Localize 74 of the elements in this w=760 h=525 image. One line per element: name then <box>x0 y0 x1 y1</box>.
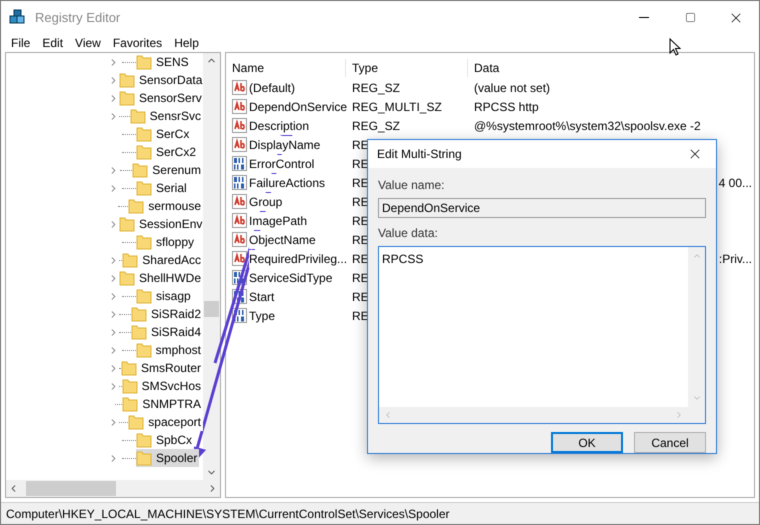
tree-item[interactable]: SNMPTRA <box>122 395 203 413</box>
folder-icon <box>119 216 135 232</box>
menu-item[interactable]: Help <box>168 34 205 52</box>
tree-item[interactable]: SensorServ <box>119 89 203 107</box>
tree-item[interactable]: SiSRaid4 <box>130 323 203 341</box>
registry-cubes-icon <box>9 8 27 26</box>
string-value-icon <box>232 194 247 209</box>
maximize-icon <box>684 12 696 23</box>
value-data: :Priv... <box>718 250 752 268</box>
column-header[interactable]: Name <box>226 58 346 76</box>
value-data: RPCSS http <box>474 98 539 116</box>
tree-item[interactable]: SharedAcc <box>122 251 203 269</box>
menu-item[interactable]: File <box>5 34 36 52</box>
tree-item[interactable]: Serial <box>136 179 189 197</box>
dialog-title: Edit Multi-String <box>377 146 462 163</box>
vertical-scrollbar[interactable] <box>203 53 220 480</box>
value-name[interactable]: ObjectName <box>249 230 316 248</box>
menu-item[interactable]: Favorites <box>106 34 168 52</box>
tree-item[interactable]: SerCx <box>136 125 192 143</box>
value-name[interactable]: RequiredPrivileg... <box>249 250 348 268</box>
tree-item[interactable]: smphost <box>136 341 203 359</box>
field-label: Value data: <box>378 225 439 242</box>
value-name[interactable]: ErrorControl <box>249 154 314 172</box>
string-value-icon <box>232 251 247 266</box>
value-name[interactable]: DisplayName <box>249 136 320 154</box>
tree-item[interactable]: Spooler <box>136 449 200 467</box>
tree-item[interactable]: SENS <box>136 53 191 71</box>
scrollbar-thumb[interactable] <box>204 301 219 317</box>
value-name[interactable]: Group <box>249 192 282 210</box>
binary-value-icon <box>232 175 247 190</box>
value-data: (value not set) <box>474 80 550 96</box>
value-data: 4 00... <box>718 174 752 192</box>
tree-item[interactable]: SiSRaid2 <box>130 305 203 323</box>
string-value-icon <box>232 99 247 114</box>
string-value-icon <box>232 118 247 133</box>
binary-value-icon <box>232 156 247 171</box>
tree-item[interactable]: SessionEnv <box>119 215 203 233</box>
tree-item[interactable]: sfloppy <box>136 233 196 251</box>
value-data: @%systemroot%\system32\spoolsv.exe -2 <box>474 118 701 134</box>
value-name[interactable]: ImagePath <box>249 212 308 230</box>
value-name-field[interactable]: DependOnService <box>378 198 706 218</box>
tree-item[interactable]: spaceport <box>128 413 203 431</box>
mouse-pointer-icon <box>669 38 681 56</box>
tree-item[interactable]: sermouse <box>128 197 203 215</box>
scrollbar-thumb[interactable] <box>26 481 116 496</box>
value-name[interactable]: FailureActions <box>249 174 326 192</box>
menu-item[interactable]: View <box>69 34 107 52</box>
menu-item[interactable]: Edit <box>36 34 70 52</box>
dialog-button[interactable]: OK <box>551 432 623 453</box>
field-label: Value name: <box>378 177 446 194</box>
minimize-icon <box>639 17 649 18</box>
tree-item[interactable]: sisagp <box>136 287 193 305</box>
column-header[interactable]: Type <box>346 58 468 76</box>
value-name[interactable]: ServiceSidType <box>249 268 332 286</box>
tree-item[interactable]: SpbCx <box>136 431 194 449</box>
tree-item[interactable]: SMSvcHos <box>122 377 203 395</box>
string-value-icon <box>232 80 247 95</box>
value-name[interactable]: Description <box>249 116 310 134</box>
dialog-button[interactable]: Cancel <box>634 432 706 453</box>
tree-item[interactable]: ShellHWDe <box>119 269 203 287</box>
tree-item[interactable]: SerCx2 <box>136 143 198 161</box>
value-data-text: RPCSS <box>381 251 424 268</box>
tree-item[interactable]: SmsRouter <box>120 359 203 377</box>
status-path: Computer\HKEY_LOCAL_MACHINE\SYSTEM\CurrentControlSet\Services\Spooler <box>6 506 450 522</box>
window-title: Registry Editor <box>35 8 120 27</box>
string-value-icon <box>232 232 247 247</box>
column-header[interactable]: Data <box>468 58 754 76</box>
folder-icon <box>132 162 148 178</box>
tree-item[interactable]: Serenum <box>132 161 203 179</box>
tree-item[interactable]: SensrSvc <box>130 107 203 125</box>
horizontal-scrollbar[interactable] <box>6 480 220 497</box>
string-value-icon <box>232 137 247 152</box>
string-value-icon <box>232 213 247 228</box>
tree-item[interactable]: SensorData <box>119 71 203 89</box>
